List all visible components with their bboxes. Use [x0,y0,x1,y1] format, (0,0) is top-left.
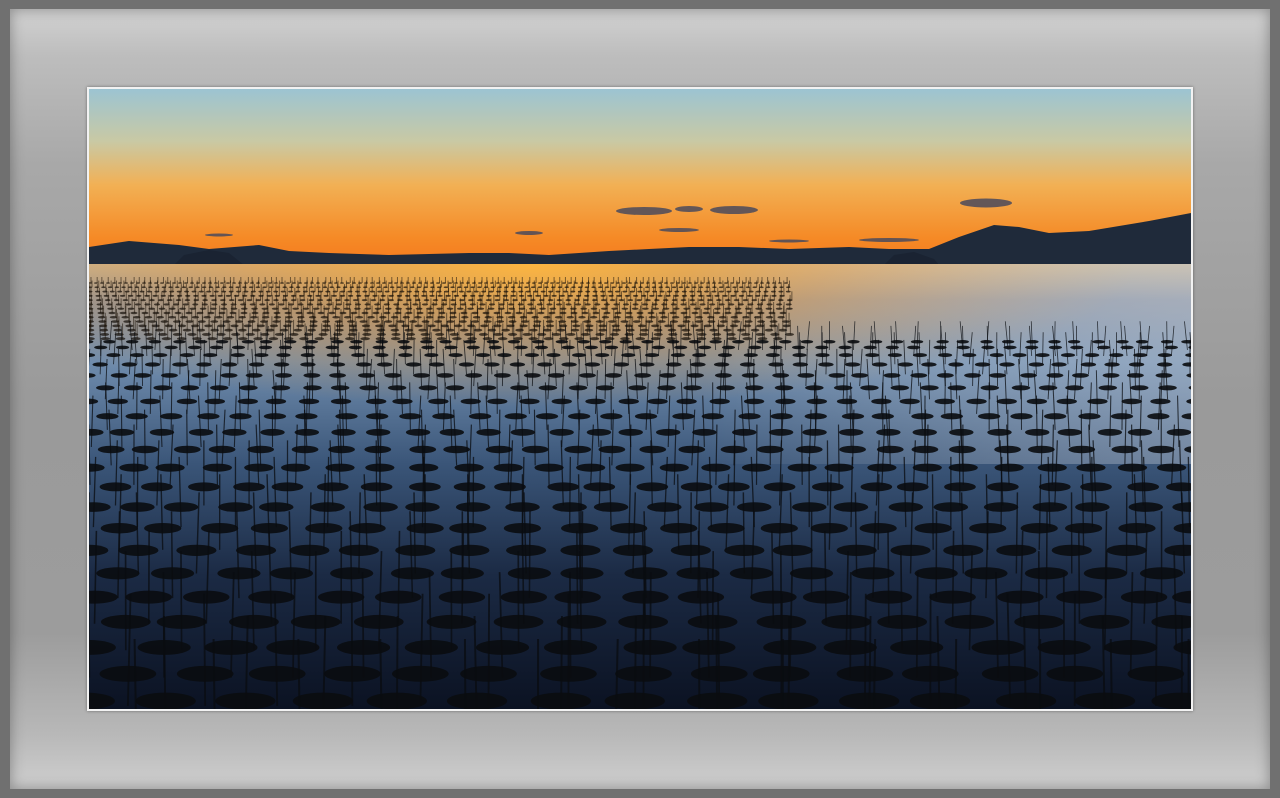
landscape-photo [89,89,1191,709]
scene-svg [89,89,1191,709]
